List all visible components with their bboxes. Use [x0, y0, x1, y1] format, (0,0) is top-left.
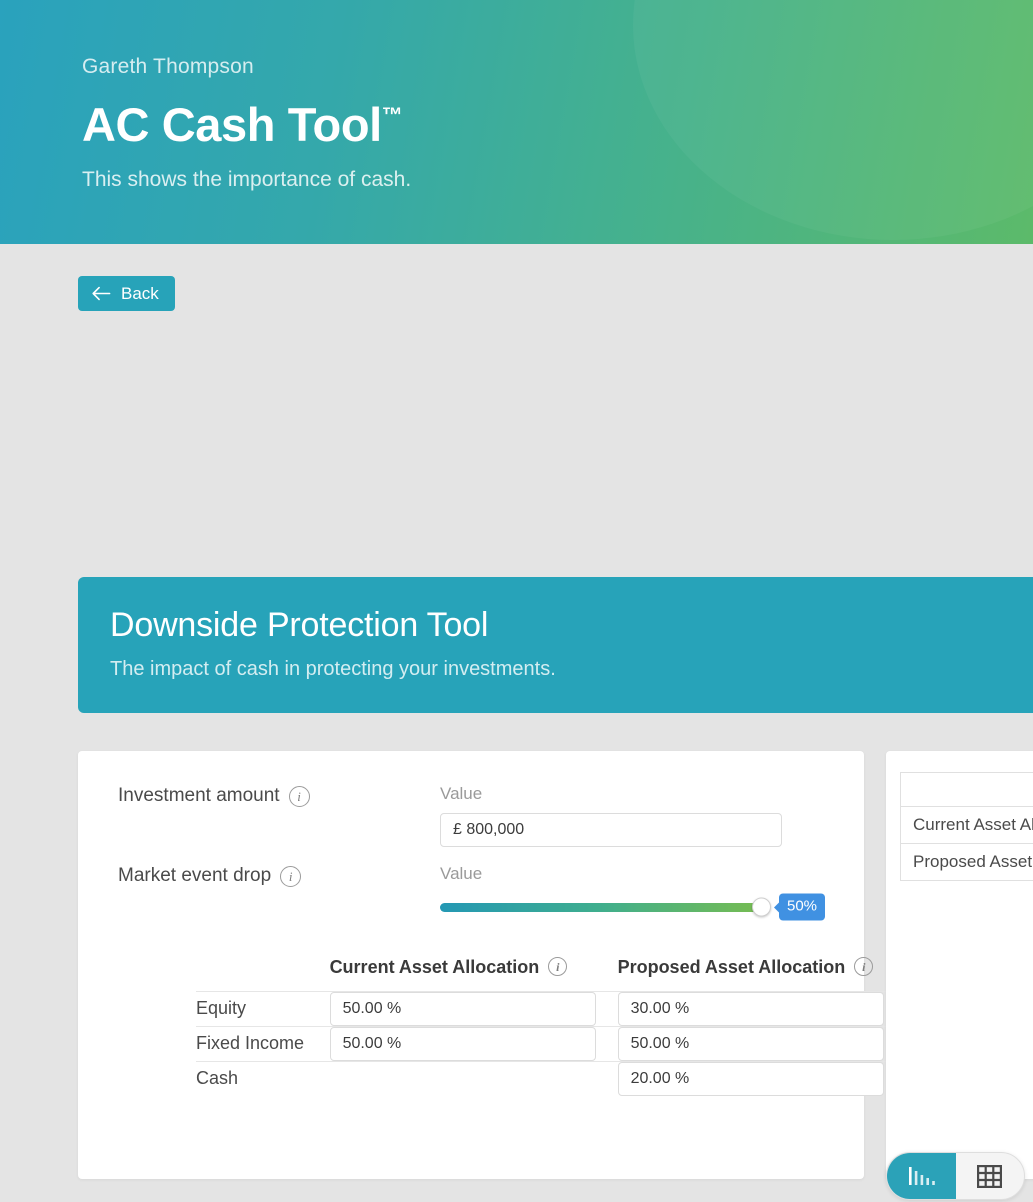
bar-chart-icon	[908, 1164, 935, 1188]
page-body: Back Downside Protection Tool The impact…	[0, 244, 1033, 1179]
allocation-name-col-header	[196, 949, 330, 991]
table-header-row: Equity Market Drop	[900, 772, 1033, 807]
market-event-drop-label-cell: Market event drop i	[78, 863, 440, 889]
market-event-drop-slider[interactable]: 50%	[440, 893, 826, 921]
table-row: Equity	[196, 991, 886, 1026]
fixed-income-proposed-input[interactable]	[617, 1026, 884, 1061]
equity-panel-head: Equity Market Drop	[900, 772, 1033, 807]
equity-proposed-input[interactable]	[617, 991, 884, 1026]
row-label-fixed-income: Fixed Income	[196, 1033, 305, 1053]
back-button[interactable]: Back	[78, 276, 175, 311]
equity-market-drop-panel: Equity Market Drop Current Asset Allocat…	[886, 751, 1033, 1179]
view-toggle[interactable]	[886, 1152, 1025, 1200]
equity-market-drop-table: Equity Market Drop Current Asset Allocat…	[900, 772, 1033, 881]
info-icon[interactable]: i	[288, 785, 310, 807]
equity-panel-body: Current Asset Allocation Proposed Asset …	[900, 806, 1033, 881]
current-allocation-col-header: Current Asset Allocation i	[330, 949, 618, 991]
asset-allocation-head: Current Asset Allocation i Proposed Asse…	[196, 949, 886, 991]
table-view-button[interactable]	[956, 1153, 1025, 1199]
cash-proposed-input[interactable]	[617, 1061, 884, 1096]
app-header: Gareth Thompson AC Cash Tool™ This shows…	[0, 0, 1033, 244]
cash-proposed-cell	[617, 1061, 886, 1096]
chart-view-button[interactable]	[887, 1153, 956, 1199]
info-icon[interactable]: i	[280, 865, 302, 887]
equity-panel-row-proposed: Proposed Asset Allocation	[900, 843, 1033, 881]
investment-amount-row: Investment amount i Value	[78, 783, 782, 847]
downside-protection-banner: Downside Protection Tool The impact of c…	[78, 577, 1033, 713]
market-event-drop-value-caption: Value	[440, 864, 483, 883]
fixed-income-current-input[interactable]	[329, 1026, 596, 1061]
row-label-equity: Equity	[196, 998, 247, 1018]
arrow-left-icon	[92, 286, 111, 301]
info-icon[interactable]: i	[548, 957, 568, 977]
asset-allocation-body: Equity Fixed Income	[196, 991, 886, 1096]
investment-amount-input[interactable]	[440, 813, 782, 847]
current-allocation-col-label: Current Asset Allocation	[329, 956, 540, 977]
app-title: AC Cash Tool™	[82, 86, 411, 155]
investment-amount-label-cell: Investment amount i	[78, 783, 440, 809]
table-row: Fixed Income	[196, 1026, 886, 1061]
slider-value-tooltip: 50%	[779, 893, 826, 921]
table-row: Cash	[196, 1061, 886, 1096]
app-header-content: Gareth Thompson AC Cash Tool™ This shows…	[82, 52, 411, 195]
user-name: Gareth Thompson	[82, 55, 254, 78]
trademark-symbol: ™	[381, 104, 403, 127]
proposed-allocation-col-label: Proposed Asset Allocation	[617, 956, 846, 977]
slider-handle[interactable]	[752, 897, 771, 917]
table-row: Proposed Asset Allocation	[900, 843, 1033, 881]
asset-allocation-table: Current Asset Allocation i Proposed Asse…	[196, 949, 886, 1096]
equity-current-input[interactable]	[329, 991, 596, 1026]
investment-amount-value-caption: Value	[440, 784, 483, 803]
table-header-row: Current Asset Allocation i Proposed Asse…	[196, 949, 886, 991]
fixed-income-current-cell	[329, 1026, 618, 1061]
market-event-drop-label: Market event drop	[118, 865, 272, 886]
downside-protection-card: Investment amount i Value Market event d…	[78, 751, 886, 1179]
table-row: Current Asset Allocation	[900, 806, 1033, 844]
app-title-text: AC Cash Tool	[82, 98, 382, 151]
equity-panel-row-current: Current Asset Allocation	[900, 806, 1033, 844]
equity-current-cell	[329, 991, 618, 1026]
market-event-drop-input-cell: Value 50%	[440, 863, 826, 921]
app-subtitle: This shows the importance of cash.	[82, 168, 412, 191]
market-event-drop-row: Market event drop i Value 50%	[78, 863, 826, 921]
grid-table-icon	[977, 1164, 1003, 1188]
equity-proposed-cell	[617, 991, 886, 1026]
back-button-label: Back	[121, 283, 159, 303]
row-label-cash: Cash	[196, 1068, 239, 1088]
equity-market-drop-header: Equity Market Drop	[900, 772, 1033, 807]
downside-banner-title: Downside Protection Tool	[110, 606, 489, 644]
investment-amount-input-cell: Value	[440, 783, 782, 847]
downside-banner-subtitle: The impact of cash in protecting your in…	[110, 658, 556, 680]
info-icon[interactable]: i	[854, 957, 874, 977]
fixed-income-proposed-cell	[617, 1026, 886, 1061]
investment-amount-label: Investment amount	[118, 785, 280, 806]
cash-current-cell-empty	[330, 1061, 618, 1096]
slider-track[interactable]	[440, 902, 768, 912]
proposed-allocation-col-header: Proposed Asset Allocation i	[618, 949, 886, 991]
